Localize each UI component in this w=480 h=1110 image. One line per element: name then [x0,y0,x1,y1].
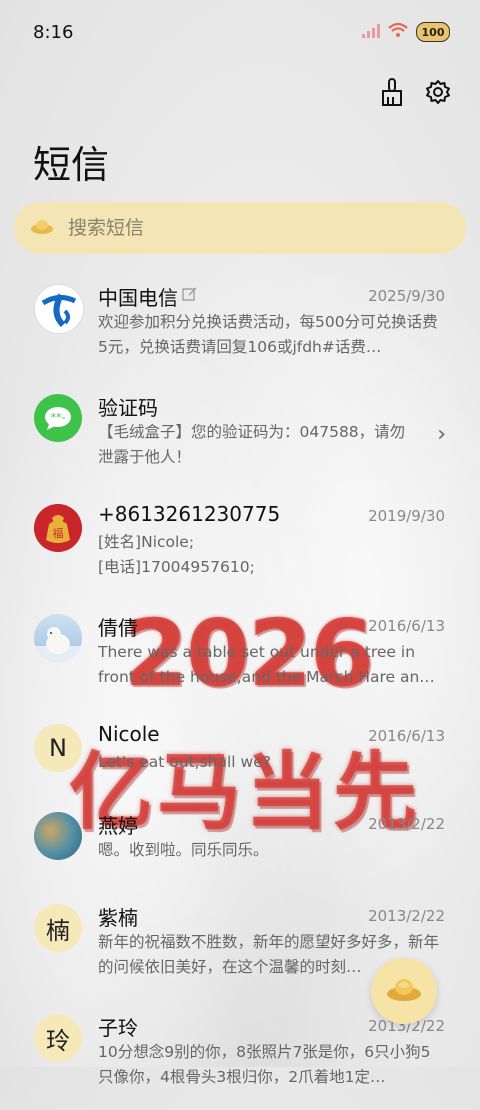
message-date: 2025/9/30 [368,287,445,305]
gold-ingot-icon [385,975,423,1007]
contact-name: 中国电信 [98,286,178,310]
conversation-row[interactable]: **- 验证码 【毛绒盒子】您的验证码为：047588，请勿泄露于他人！ › [0,380,480,490]
battery-indicator: 100 [416,22,450,42]
message-preview: 嗯。收到啦。同乐同乐。 [98,841,269,859]
preview-line: [姓名]Nicole; [98,533,195,551]
clean-brush-button[interactable] [378,78,406,110]
message-date: 2013/2/22 [368,907,445,925]
conversation-row[interactable]: 倩倩 2016/6/13 There was a table set out u… [0,600,480,710]
message-date: 2019/9/30 [368,507,445,525]
contact-name: 倩倩 [98,616,138,640]
conversation-row[interactable]: 福 +8613261230775 2019/9/30 [姓名]Nicole; [… [0,490,480,600]
status-bar: 8:16 100 [0,0,480,66]
new-message-button[interactable] [371,958,437,1024]
avatar: N [34,724,82,772]
gear-icon [425,79,451,109]
avatar: 楠 [34,904,82,952]
svg-text:**-: **- [51,411,66,424]
signal-icon [362,23,380,42]
message-preview: There was a table set out under a tree i… [98,643,435,686]
conversation-row[interactable]: 中国电信 2025/9/30 欢迎参加积分兑换话费活动，每500分可兑换话费5元… [0,270,480,380]
message-preview: [姓名]Nicole; [电话]17004957610; [98,530,446,580]
contact-name: +8613261230775 [98,502,281,526]
chevron-right-icon: › [437,422,446,447]
brush-icon [379,77,405,111]
landscape-photo [34,812,82,860]
gold-ingot-icon [30,217,54,239]
contact-name: Nicole [98,722,160,746]
message-preview: 欢迎参加积分兑换话费活动，每500分可兑换话费5元，兑换话费请回复106或jfd… [98,313,438,356]
message-date: 2016/6/13 [368,727,445,745]
avatar: 玲 [34,1014,82,1062]
contact-name: 紫楠 [98,906,138,930]
message-date: 2016/6/13 [368,617,445,635]
contact-name: 燕婷 [98,814,138,838]
message-preview: 【毛绒盒子】您的验证码为：047588，请勿泄露于他人！ [98,423,406,466]
status-time: 8:16 [33,22,74,43]
message-preview: 10分想念9别的你，8张照片7张是你，6只小狗5只像你，4根骨头3根归你，2爪着… [98,1043,431,1086]
message-preview: Let's eat out,shall we? [98,753,271,771]
lucky-bag-icon: 福 [34,504,82,552]
svg-text:福: 福 [53,526,64,540]
preview-line: [电话]17004957610; [98,558,255,576]
message-date: 2013/2/22 [368,815,445,833]
search-bar[interactable] [14,202,466,254]
china-telecom-logo-icon [34,284,84,334]
contact-name: 子玲 [98,1016,138,1040]
settings-button[interactable] [424,78,452,110]
contact-name: 验证码 [98,396,158,420]
page-title: 短信 [33,143,110,187]
polar-bear-photo [34,614,82,662]
search-input[interactable] [66,216,430,240]
edit-icon [182,287,197,306]
message-bubble-icon: **- [34,394,82,442]
wifi-icon [388,22,408,42]
